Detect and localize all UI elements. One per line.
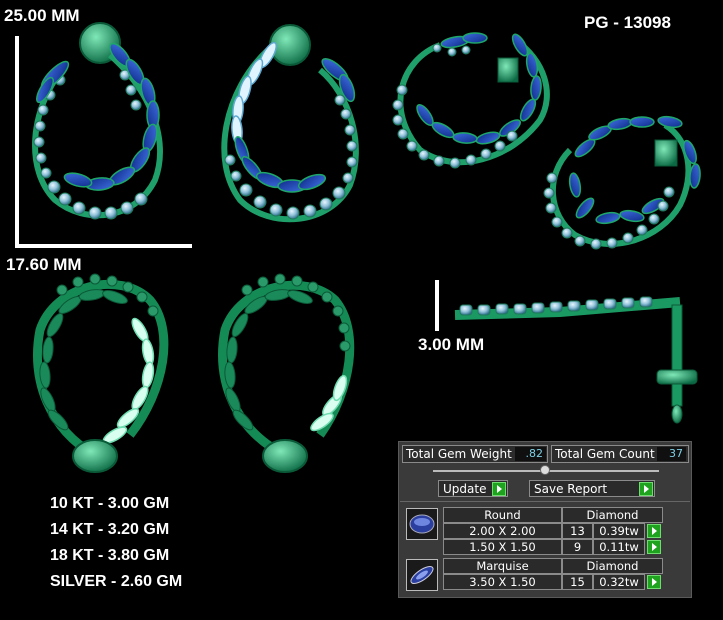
save-report-button[interactable]: Save Report: [529, 480, 655, 497]
update-button-label: Update: [443, 482, 487, 496]
depth-dimension-label: 3.00 MM: [418, 335, 485, 354]
marquise-material-header: Diamond: [562, 558, 663, 574]
row-arrow-icon[interactable]: [647, 540, 661, 554]
earring-perspective-side: [543, 115, 701, 250]
metal-weight-item: 10 KT - 3.00 GM: [50, 495, 170, 512]
total-gem-count-field: Total Gem Count 37: [551, 445, 689, 463]
metal-weight-list: 10 KT - 3.00 GM 14 KT - 3.20 GM 18 KT - …: [50, 491, 182, 595]
round-size-cell: 1.50 X 1.50: [443, 539, 562, 555]
update-button[interactable]: Update: [438, 480, 508, 497]
round-size-cell: 2.00 X 2.00: [443, 523, 562, 539]
round-gem-icon: [406, 508, 438, 540]
round-shape-header: Round: [443, 507, 562, 523]
earring-front-left: [32, 22, 163, 220]
metal-weight-item: 14 KT - 3.20 GM: [50, 521, 170, 538]
panel-slider-handle[interactable]: [540, 465, 550, 475]
round-count-cell: 9: [562, 539, 593, 555]
metal-weight-item: SILVER - 2.60 GM: [50, 573, 183, 590]
earring-back-right: [218, 273, 355, 473]
earring-front-right: [221, 24, 359, 223]
earring-back-left: [32, 273, 169, 473]
round-weight-cell: 0.11tw: [593, 539, 645, 555]
earring-side-profile: [454, 296, 698, 424]
marquise-count-cell: 15: [562, 574, 593, 590]
height-dimension-label: 25.00 MM: [4, 6, 80, 25]
marquise-weight-cell: 0.32tw: [593, 574, 645, 590]
metal-weight-item: 18 KT - 3.80 GM: [50, 547, 170, 564]
play-arrow-icon: [639, 482, 653, 496]
play-arrow-icon: [492, 482, 506, 496]
total-gem-weight-value: .82: [515, 447, 546, 461]
total-gem-weight-field: Total Gem Weight .82: [402, 445, 548, 463]
round-weight-cell: 0.39tw: [593, 523, 645, 539]
round-material-header: Diamond: [562, 507, 663, 523]
row-arrow-icon[interactable]: [647, 575, 661, 589]
marquise-gem-icon: [406, 559, 438, 591]
total-gem-weight-label: Total Gem Weight: [406, 447, 512, 461]
save-report-button-label: Save Report: [534, 482, 608, 496]
row-arrow-icon[interactable]: [647, 524, 661, 538]
product-code: PG - 13098: [584, 13, 671, 32]
gem-report-panel: Total Gem Weight .82 Total Gem Count 37 …: [398, 441, 692, 598]
width-dimension-label: 17.60 MM: [6, 255, 82, 274]
marquise-size-cell: 3.50 X 1.50: [443, 574, 562, 590]
marquise-shape-header: Marquise: [443, 558, 562, 574]
total-gem-count-label: Total Gem Count: [555, 447, 655, 461]
round-count-cell: 13: [562, 523, 593, 539]
earring-perspective-top: [392, 32, 550, 169]
total-gem-count-value: 37: [657, 447, 686, 461]
panel-divider: [400, 501, 690, 502]
